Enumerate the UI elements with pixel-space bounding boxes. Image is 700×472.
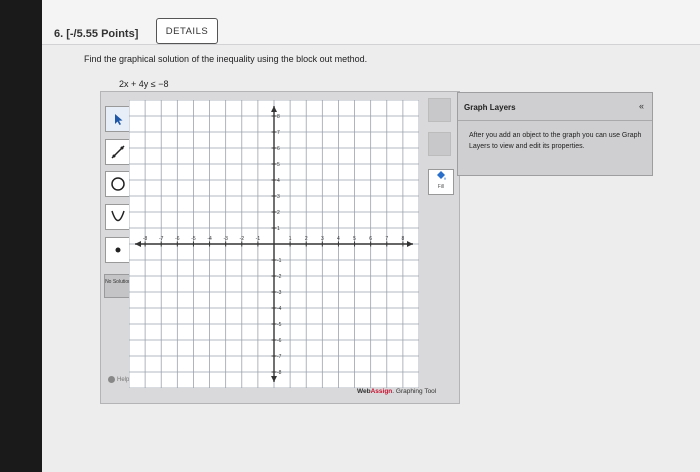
details-button[interactable]: DETAILS <box>156 18 218 44</box>
x-tick-label: -4 <box>207 236 212 242</box>
graph-layers-header: Graph Layers « <box>458 93 652 121</box>
y-tick-label: 6 <box>277 146 280 152</box>
brand-web: Web <box>357 388 371 395</box>
graph-canvas[interactable]: -8 -7 -6 -5 -4 -3 -2 -1 1 2 3 4 5 6 7 8 8 7 6 5 4 3 2 1 -1 -2 -3 -4… <box>128 99 420 389</box>
x-tick-label: -8 <box>143 236 148 242</box>
x-tick-label: -1 <box>256 236 261 242</box>
fill-button[interactable]: Fill <box>428 169 454 195</box>
x-tick-label: 6 <box>369 236 372 242</box>
webassign-brand: WebAssign. Graphing Tool <box>357 388 436 395</box>
y-tick-label: 2 <box>277 210 280 216</box>
help-link[interactable]: Help <box>108 376 129 383</box>
y-tick-label: -1 <box>277 258 282 264</box>
fill-icon <box>437 171 446 180</box>
line-tool[interactable] <box>105 139 131 165</box>
question-number: 6. [-/5.55 Points] <box>54 28 139 40</box>
y-tick-label: 3 <box>277 194 280 200</box>
parabola-icon <box>111 210 125 222</box>
x-tick-label: 8 <box>401 236 404 242</box>
y-tick-label: 1 <box>277 226 280 232</box>
circle-tool[interactable] <box>105 171 131 197</box>
y-tick-label: 5 <box>277 162 280 168</box>
x-tick-label: -2 <box>240 236 245 242</box>
x-tick-label: -7 <box>159 236 164 242</box>
collapse-icon[interactable]: « <box>639 101 644 111</box>
no-solution-button[interactable]: No Solution <box>104 274 132 298</box>
point-tool[interactable] <box>105 237 131 263</box>
x-tick-label: -6 <box>175 236 180 242</box>
brand-assign: Assign <box>370 388 393 395</box>
delete-icon <box>428 132 451 156</box>
question-prompt: Find the graphical solution of the inequ… <box>84 54 368 64</box>
y-tick-label: -7 <box>277 354 282 360</box>
x-tick-label: 3 <box>321 236 324 242</box>
point-icon <box>115 247 121 253</box>
x-tick-label: -3 <box>223 236 228 242</box>
parabola-tool[interactable] <box>105 204 131 230</box>
brand-suffix: . Graphing Tool <box>392 388 437 395</box>
circle-icon <box>111 177 125 191</box>
y-tick-label: 4 <box>277 178 280 184</box>
y-tick-label: -6 <box>277 338 282 344</box>
graph-layers-title: Graph Layers <box>464 103 516 112</box>
x-tick-label: 4 <box>337 236 340 242</box>
fill-label: Fill <box>437 184 445 190</box>
help-icon <box>108 376 115 383</box>
x-tick-label: -5 <box>191 236 196 242</box>
screen: 6. [-/5.55 Points] DETAILS Find the grap… <box>42 0 700 472</box>
help-label: Help <box>117 376 130 383</box>
x-tick-label: 5 <box>353 236 356 242</box>
inequality-expression: 2x + 4y ≤ −8 <box>119 79 169 89</box>
y-tick-label: -4 <box>277 306 282 312</box>
y-tick-label: 7 <box>277 130 280 136</box>
y-tick-label: -2 <box>277 274 282 280</box>
pointer-icon <box>115 114 123 125</box>
pointer-tool[interactable] <box>105 106 131 132</box>
x-tick-label: 1 <box>289 236 292 242</box>
y-tick-label: 8 <box>277 114 280 120</box>
y-tick-label: -8 <box>277 370 282 376</box>
graph-layers-help-text: After you add an object to the graph you… <box>469 132 642 150</box>
line-icon <box>111 145 125 159</box>
x-tick-label: 2 <box>305 236 308 242</box>
graph-layers-panel: Graph Layers « After you add an object t… <box>457 92 653 176</box>
graphing-tool: No Solution Help -8 -7 -6 -5 -4 -3 -2 -1 1 2 3 4 5 6 7… <box>100 91 460 404</box>
x-tick-label: 7 <box>385 236 388 242</box>
coordinate-grid[interactable]: -8 -7 -6 -5 -4 -3 -2 -1 1 2 3 4 5 6 7 8 8 7 6 5 4 3 2 1 -1 -2 -3 -4… <box>128 99 420 389</box>
y-tick-label: -5 <box>277 322 282 328</box>
y-tick-label: -3 <box>277 290 282 296</box>
question-header: 6. [-/5.55 Points] DETAILS <box>42 0 700 45</box>
move-layer-button <box>428 98 451 122</box>
